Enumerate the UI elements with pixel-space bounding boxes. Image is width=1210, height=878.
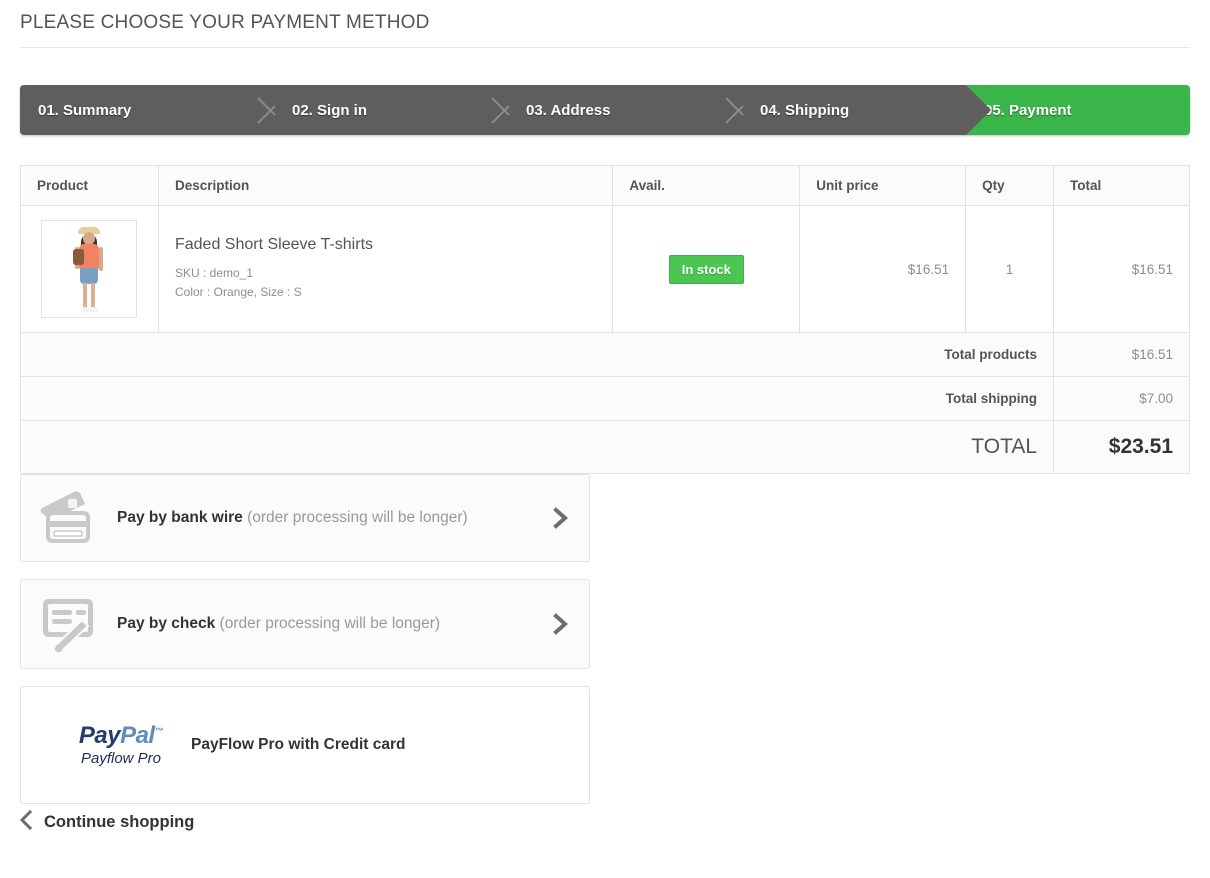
bankwire-note: (order processing will be longer) [247,509,468,526]
column-header-total: Total [1053,165,1190,206]
table-row: Faded Short Sleeve T-shirts SKU : demo_1… [20,205,1190,333]
product-sku: SKU : demo_1 [174,266,254,280]
payment-methods-list: Pay by bank wire (order processing will … [20,474,590,821]
step-sign-in[interactable]: 02. Sign in [274,85,508,135]
product-image[interactable] [41,220,138,318]
column-header-qty: Qty [965,165,1055,206]
product-availability-cell: In stock [612,205,801,333]
grand-total-label: TOTAL [19,420,1055,474]
product-quantity: 1 [965,205,1055,333]
grand-total-value: $23.51 [1053,420,1190,474]
payment-option-check-label: Pay by check (order processing will be l… [117,615,440,633]
total-products-value: $16.51 [1053,332,1190,377]
total-shipping-value: $7.00 [1053,376,1190,421]
table-body: Faded Short Sleeve T-shirts SKU : demo_1… [19,205,1190,474]
step-address-label: 03. Address [526,101,611,119]
bankwire-title: Pay by bank wire [117,509,243,526]
step-sign-in-label: 02. Sign in [292,101,368,119]
product-name[interactable]: Faded Short Sleeve T-shirts [175,236,596,254]
payment-option-bankwire[interactable]: Pay by bank wire (order processing will … [20,474,590,562]
step-arrow-point-icon [966,85,991,135]
paypal-wordmark-pal: Pal [120,722,155,749]
check-note: (order processing will be longer) [219,615,441,632]
credit-cards-icon [21,490,117,546]
step-summary-label: 01. Summary [38,101,132,119]
column-header-avail: Avail. [612,165,801,206]
product-description-cell: Faded Short Sleeve T-shirts SKU : demo_1… [157,205,614,333]
checkout-payment-page: PLEASE CHOOSE YOUR PAYMENT METHOD 01. Su… [0,0,1210,878]
payment-option-bankwire-label: Pay by bank wire (order processing will … [117,509,468,527]
total-products-row: Total products $16.51 [19,332,1190,377]
product-line-total: $16.51 [1053,205,1190,333]
step-payment[interactable]: 05. Payment [966,85,1190,135]
checkout-steps: 01. Summary 02. Sign in 03. Address 04. … [20,85,1190,135]
continue-shopping-label: Continue shopping [44,813,195,831]
step-shipping[interactable]: 04. Shipping [742,85,991,135]
payment-option-check[interactable]: Pay by check (order processing will be l… [20,579,590,669]
status-badge-in-stock: In stock [668,254,744,284]
table-header-row: Product Description Avail. Unit price Qt… [20,165,1190,206]
grand-total-row: TOTAL $23.51 [19,420,1190,474]
payflow-pro-subtitle: Payflow Pro [80,750,162,767]
cheque-pen-icon [21,594,117,654]
product-thumbnail-cell [20,205,159,333]
product-attributes: Color : Orange, Size : S [174,285,302,299]
trademark-symbol: ™ [154,726,164,736]
step-address[interactable]: 03. Address [508,85,742,135]
chevron-right-icon [549,507,571,529]
check-title: Pay by check [117,615,216,632]
total-shipping-row: Total shipping $7.00 [19,376,1190,421]
page-title: PLEASE CHOOSE YOUR PAYMENT METHOD [20,12,1190,48]
table-head: Product Description Avail. Unit price Qt… [20,165,1190,206]
column-header-description: Description [157,165,614,206]
payflow-pro-label: PayFlow Pro with Credit card [191,736,406,753]
product-unit-price: $16.51 [799,205,967,333]
chevron-right-icon [549,613,571,635]
total-products-label: Total products [19,332,1055,377]
column-header-unit-price: Unit price [799,165,967,206]
paypal-wordmark-pay: Pay [78,722,121,749]
product-photo-figure [66,227,112,315]
continue-shopping-link[interactable]: Continue shopping [18,809,195,835]
order-summary-table: Product Description Avail. Unit price Qt… [19,165,1190,474]
step-summary[interactable]: 01. Summary [20,85,274,135]
payment-option-payflow-pro[interactable]: PayPal™ Payflow Pro PayFlow Pro with Cre… [20,686,590,804]
paypal-payflow-pro-logo: PayPal™ Payflow Pro [73,724,169,767]
total-shipping-label: Total shipping [19,376,1055,421]
paypal-wordmark: PayPal™ [73,724,169,748]
chevron-left-icon [18,809,34,835]
step-shipping-label: 04. Shipping [760,101,850,119]
column-header-product: Product [20,165,159,206]
